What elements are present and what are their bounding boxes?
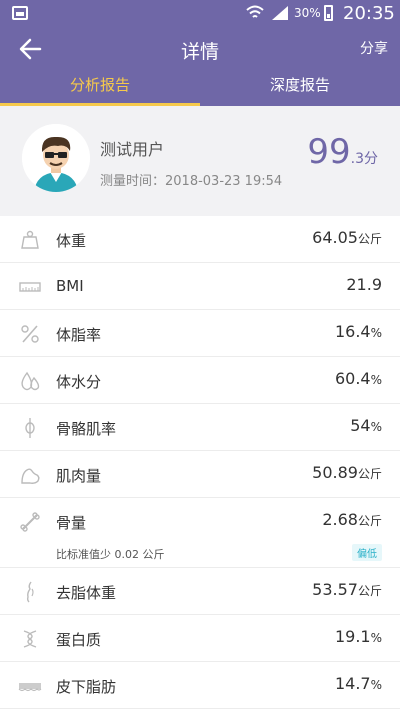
user-name: 测试用户 [100, 140, 165, 159]
metric-unit: 公斤 [357, 584, 382, 598]
metric-value: 64.05公斤 [312, 228, 382, 247]
battery-icon [324, 5, 333, 21]
metric-row-protein[interactable]: 蛋白质 19.1% [0, 615, 400, 662]
report-tabs: 分析报告 深度报告 [0, 70, 400, 106]
metric-value: 54% [350, 416, 382, 435]
tab-analysis-report[interactable]: 分析报告 [0, 70, 200, 106]
metric-note: 比标准值少 0.02 公斤 [56, 548, 165, 561]
metric-number: 2.68 [322, 510, 358, 529]
weight-icon [21, 230, 39, 249]
body-silhouette-icon [26, 581, 34, 603]
metric-value: 14.7% [335, 674, 382, 693]
metric-label: 蛋白质 [56, 631, 102, 649]
metrics-list: 体重 64.05公斤 BMI 21.9 体脂率 16.4% 体水分 60.4% [0, 216, 400, 709]
metric-value: 53.57公斤 [312, 580, 382, 599]
status-bar: 30% 20:35 [0, 0, 400, 28]
water-drop-icon [21, 371, 40, 391]
muscle-icon [21, 468, 40, 484]
metric-unit: % [370, 631, 382, 645]
metric-unit: 公斤 [357, 232, 382, 246]
metric-value: 19.1% [335, 627, 382, 646]
metric-value: 50.89公斤 [312, 463, 382, 482]
metric-unit: % [370, 373, 382, 387]
user-avatar-icon [22, 124, 90, 192]
wifi-icon [246, 5, 264, 18]
metric-row-body-fat[interactable]: 体脂率 16.4% [0, 310, 400, 357]
app-bar: 详情 分享 [0, 28, 400, 70]
metric-row-body-water[interactable]: 体水分 60.4% [0, 357, 400, 404]
clock: 20:35 [343, 3, 395, 24]
metric-number: 50.89 [312, 463, 358, 482]
metric-label: 骨骼肌率 [56, 420, 117, 438]
tab-deep-report[interactable]: 深度报告 [200, 70, 400, 106]
metric-label: 体重 [56, 232, 87, 250]
metric-row-skeletal-muscle[interactable]: 骨骼肌率 54% [0, 404, 400, 451]
bone-icon [20, 512, 40, 532]
page-title: 详情 [180, 41, 219, 63]
metric-row-subcutaneous-fat[interactable]: 皮下脂肪 14.7% [0, 662, 400, 709]
metric-number: 19.1 [334, 627, 371, 646]
metric-label: BMI [56, 277, 84, 295]
metric-number: 16.4 [334, 322, 371, 341]
metric-label: 骨量 [56, 514, 87, 532]
metric-number: 14.7 [334, 674, 371, 693]
metric-value: 21.9 [346, 275, 382, 294]
profile-card: 测试用户 测量时间：2018-03-23 19:54 99.3分 [0, 106, 400, 216]
score-integer: 99 [307, 132, 351, 172]
metric-label: 皮下脂肪 [56, 678, 117, 696]
share-button[interactable]: 分享 [360, 38, 388, 58]
metric-value: 2.68公斤 [322, 510, 382, 529]
metric-label: 体水分 [56, 373, 102, 391]
dna-icon [23, 630, 37, 648]
metric-number: 21.9 [346, 275, 382, 294]
metric-value: 60.4% [335, 369, 382, 388]
body-score: 99.3分 [307, 132, 378, 172]
score-decimal: .3分 [350, 151, 378, 167]
metric-value: 16.4% [335, 322, 382, 341]
metric-number: 53.57 [312, 580, 358, 599]
metric-label: 体脂率 [56, 326, 102, 344]
metric-row-muscle-mass[interactable]: 肌肉量 50.89公斤 [0, 451, 400, 498]
metric-label: 肌肉量 [56, 467, 102, 485]
metric-number: 60.4 [334, 369, 371, 388]
metric-row-lean-body-mass[interactable]: 去脂体重 53.57公斤 [0, 568, 400, 615]
gallery-notification-icon [12, 6, 28, 20]
metric-row-bmi[interactable]: BMI 21.9 [0, 263, 400, 310]
metric-unit: % [370, 420, 382, 434]
skeleton-icon [25, 418, 35, 438]
measurement-time: 测量时间：2018-03-23 19:54 [100, 174, 283, 189]
metric-number: 64.05 [312, 228, 358, 247]
metric-number: 54 [350, 416, 371, 435]
bmi-icon [19, 282, 41, 292]
metric-row-bone-mass[interactable]: 骨量 2.68公斤 比标准值少 0.02 公斤 偏低 [0, 498, 400, 568]
battery-percent: 30% [294, 6, 321, 20]
metric-unit: 公斤 [357, 467, 382, 481]
metric-unit: % [370, 678, 382, 692]
avatar [22, 124, 90, 192]
metric-row-weight[interactable]: 体重 64.05公斤 [0, 216, 400, 263]
signal-icon [272, 6, 288, 20]
metric-label: 去脂体重 [56, 584, 117, 602]
percent-icon [21, 325, 39, 343]
fat-layer-icon [18, 683, 42, 692]
metric-unit: 公斤 [357, 514, 382, 528]
metric-unit: % [370, 326, 382, 340]
status-badge: 偏低 [352, 544, 382, 561]
